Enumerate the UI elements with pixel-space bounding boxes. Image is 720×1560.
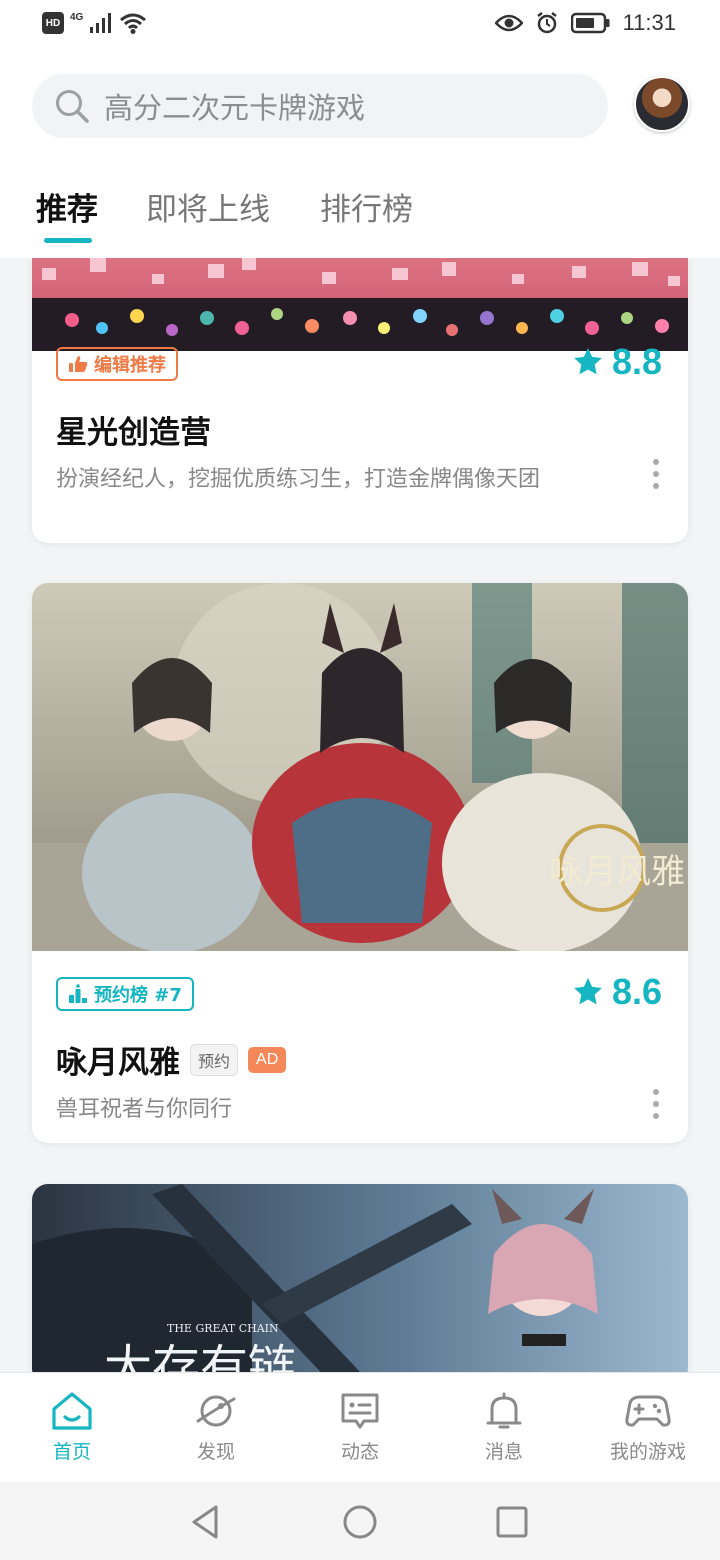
- tab-bar: 推荐 即将上线 排行榜: [0, 180, 720, 252]
- signal-icon: [90, 13, 112, 33]
- system-navigation-bar: [0, 1482, 720, 1560]
- nav-my-games[interactable]: 我的游戏: [576, 1391, 720, 1464]
- gamepad-icon: [625, 1395, 671, 1427]
- recents-square-icon[interactable]: [492, 1502, 532, 1542]
- eye-icon: [494, 14, 523, 32]
- home-circle-icon[interactable]: [340, 1502, 380, 1542]
- star-icon: [574, 348, 602, 375]
- nav-label: 动态: [340, 1441, 379, 1463]
- search-icon: [56, 90, 89, 123]
- rating-value: 8.8: [611, 341, 662, 382]
- preorder-badge: 预约: [190, 1043, 239, 1076]
- tab-ranking[interactable]: 排行榜: [320, 184, 413, 229]
- tag-label: 编辑推荐: [94, 355, 166, 376]
- reservation-rank-tag: 预约榜 #7: [56, 977, 194, 1011]
- tab-recommend[interactable]: 推荐: [36, 184, 98, 229]
- battery-icon: [570, 12, 610, 34]
- card-body: 编辑推荐 8.8 星光创造营 扮演经纪人，挖掘优质练习生，打造金牌偶像天团: [32, 321, 688, 543]
- tab-upcoming[interactable]: 即将上线: [146, 184, 270, 229]
- game-card[interactable]: 咏月风雅 预约榜 #7 8.6 咏月风雅 预约 AD 兽耳祝者与你同行: [32, 583, 688, 1143]
- nav-label: 发现: [196, 1441, 235, 1463]
- banner-caption-small: THE GREAT CHAIN: [167, 1322, 279, 1335]
- game-logo: 咏月风雅: [549, 852, 685, 892]
- bottom-navigation: 首页 发现 动态 消息 我的游戏: [0, 1372, 720, 1482]
- game-card[interactable]: THE GREAT CHAIN 大存有链: [32, 1184, 688, 1372]
- nav-label: 消息: [484, 1441, 523, 1463]
- clock: 11:31: [622, 10, 676, 35]
- thumbs-up-icon: [69, 356, 88, 372]
- game-rating: 8.8: [572, 341, 662, 383]
- game-banner-image[interactable]: 咏月风雅: [32, 583, 688, 951]
- alarm-icon: [536, 12, 557, 34]
- feed[interactable]: 编辑推荐 8.8 星光创造营 扮演经纪人，挖掘优质练习生，打造金牌偶像天团 咏月…: [0, 258, 720, 1372]
- title-row: 咏月风雅 预约 AD: [56, 1037, 287, 1082]
- bell-icon: [486, 1392, 522, 1429]
- banner-caption-large: 大存有链: [104, 1340, 296, 1372]
- more-options-button[interactable]: [650, 459, 662, 489]
- search-placeholder: 高分二次元卡牌游戏: [104, 91, 366, 125]
- editor-pick-tag: 编辑推荐: [56, 347, 178, 381]
- header: 高分二次元卡牌游戏 推荐 即将上线 排行榜: [0, 52, 720, 258]
- ad-badge: AD: [248, 1046, 287, 1073]
- hd-badge: HD: [42, 12, 64, 34]
- game-banner-image[interactable]: THE GREAT CHAIN 大存有链: [32, 1184, 688, 1372]
- search-input[interactable]: 高分二次元卡牌游戏: [32, 74, 608, 138]
- home-icon: [52, 1392, 92, 1430]
- more-options-button[interactable]: [650, 1089, 662, 1119]
- back-triangle-icon[interactable]: [186, 1502, 226, 1542]
- status-left: HD 4G: [42, 12, 147, 34]
- game-description: 兽耳祝者与你同行: [56, 1097, 233, 1122]
- tag-label: 预约榜 #7: [94, 985, 182, 1006]
- nav-discover[interactable]: 发现: [144, 1391, 288, 1464]
- avatar[interactable]: [634, 76, 690, 132]
- rating-value: 8.6: [611, 971, 662, 1012]
- game-card[interactable]: 编辑推荐 8.8 星光创造营 扮演经纪人，挖掘优质练习生，打造金牌偶像天团: [32, 258, 688, 543]
- nav-label: 我的游戏: [609, 1441, 686, 1463]
- status-bar: HD 4G 11:31: [0, 0, 720, 52]
- game-description: 扮演经纪人，挖掘优质练习生，打造金牌偶像天团: [56, 467, 541, 492]
- game-title[interactable]: 咏月风雅: [56, 1037, 180, 1082]
- wifi-icon: [120, 13, 147, 34]
- nav-feed[interactable]: 动态: [288, 1391, 432, 1464]
- nav-home[interactable]: 首页: [0, 1391, 144, 1464]
- nav-messages[interactable]: 消息: [432, 1391, 576, 1464]
- card-body: 预约榜 #7 8.6 咏月风雅 预约 AD 兽耳祝者与你同行: [32, 951, 688, 1143]
- network-type: 4G: [70, 11, 84, 23]
- star-icon: [574, 978, 602, 1005]
- ranking-icon: [69, 984, 87, 1003]
- nav-label: 首页: [52, 1441, 91, 1463]
- tab-indicator: [44, 238, 92, 243]
- game-rating: 8.6: [572, 971, 662, 1013]
- game-title[interactable]: 星光创造营: [56, 407, 211, 452]
- message-card-icon: [341, 1393, 379, 1429]
- status-right: 11:31: [494, 10, 676, 36]
- planet-icon: [196, 1395, 236, 1427]
